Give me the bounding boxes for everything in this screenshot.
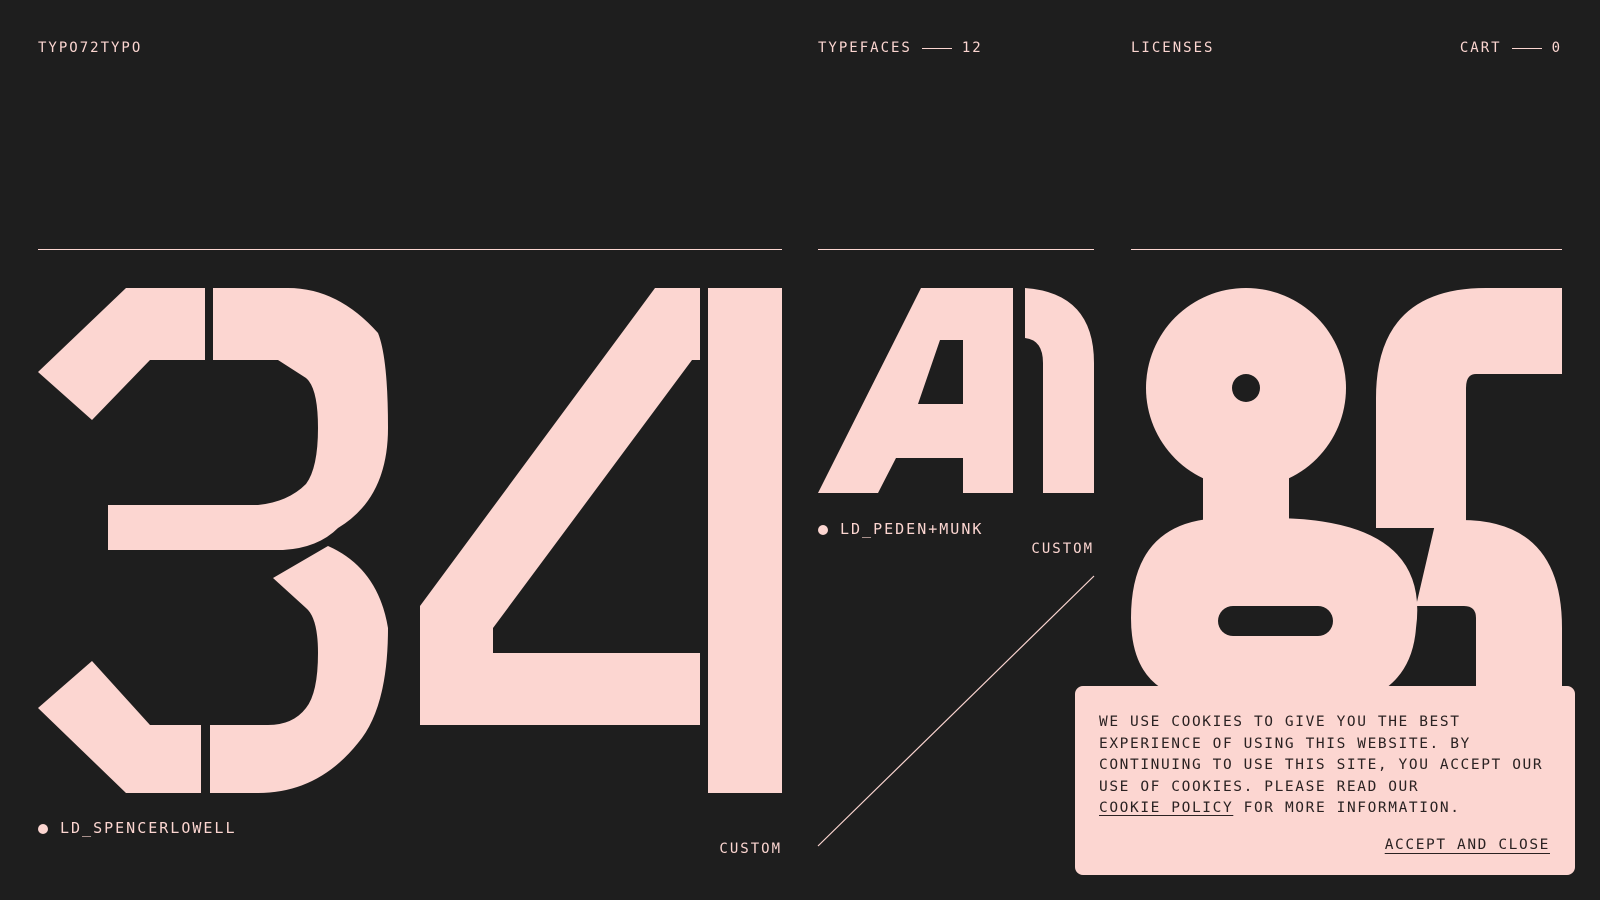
diagonal-divider: [817, 575, 1095, 847]
nav-typefaces-count: 12: [961, 40, 983, 56]
typeface-card-peden-munk[interactable]: LD_PEDEN+MUNK CUSTOM: [817, 288, 1095, 858]
typeface-name: LD_PEDEN+MUNK: [818, 520, 983, 538]
site-logo[interactable]: TYPO72TYPO: [38, 40, 142, 56]
nav-cart-count: 0: [1551, 40, 1562, 56]
nav-licenses[interactable]: LICENSES: [1131, 40, 1214, 56]
nav-divider: [921, 47, 952, 49]
nav-divider: [1511, 47, 1542, 49]
bullet-dot: [38, 823, 48, 834]
bullet-dot: [818, 524, 828, 535]
glyph-specimen-a1: [818, 288, 1094, 493]
cookie-policy-link[interactable]: COOKIE POLICY: [1099, 800, 1233, 816]
cookie-message: WE USE COOKIES TO GIVE YOU THE BEST EXPE…: [1099, 712, 1551, 820]
glyph-specimen-ampersand: [1131, 288, 1562, 688]
nav-cart[interactable]: CART 0: [1460, 40, 1562, 56]
cookie-text-end: FOR MORE INFORMATION.: [1243, 800, 1461, 816]
typeface-tag: CUSTOM: [1031, 541, 1094, 557]
typeface-name-label: LD_SPENCERLOWELL: [60, 819, 237, 837]
typeface-name: LD_SPENCERLOWELL: [38, 819, 237, 837]
glyph-specimen-34: [38, 288, 782, 793]
nav-typefaces[interactable]: TYPEFACES 12: [818, 40, 983, 56]
card-rule: [1131, 249, 1562, 250]
typeface-name-label: LD_PEDEN+MUNK: [840, 520, 984, 538]
nav-cart-label: CART: [1459, 40, 1502, 56]
nav-typefaces-label: TYPEFACES: [818, 40, 912, 56]
cookie-text: WE USE COOKIES TO GIVE YOU THE BEST EXPE…: [1099, 714, 1544, 795]
card-rule: [38, 249, 782, 250]
cookie-banner: WE USE COOKIES TO GIVE YOU THE BEST EXPE…: [1075, 686, 1575, 875]
card-rule: [818, 249, 1094, 250]
accept-and-close-button[interactable]: ACCEPT AND CLOSE: [1385, 837, 1550, 853]
typeface-card-spencerlowell[interactable]: LD_SPENCERLOWELL CUSTOM: [38, 288, 782, 858]
typeface-tag: CUSTOM: [719, 841, 782, 857]
